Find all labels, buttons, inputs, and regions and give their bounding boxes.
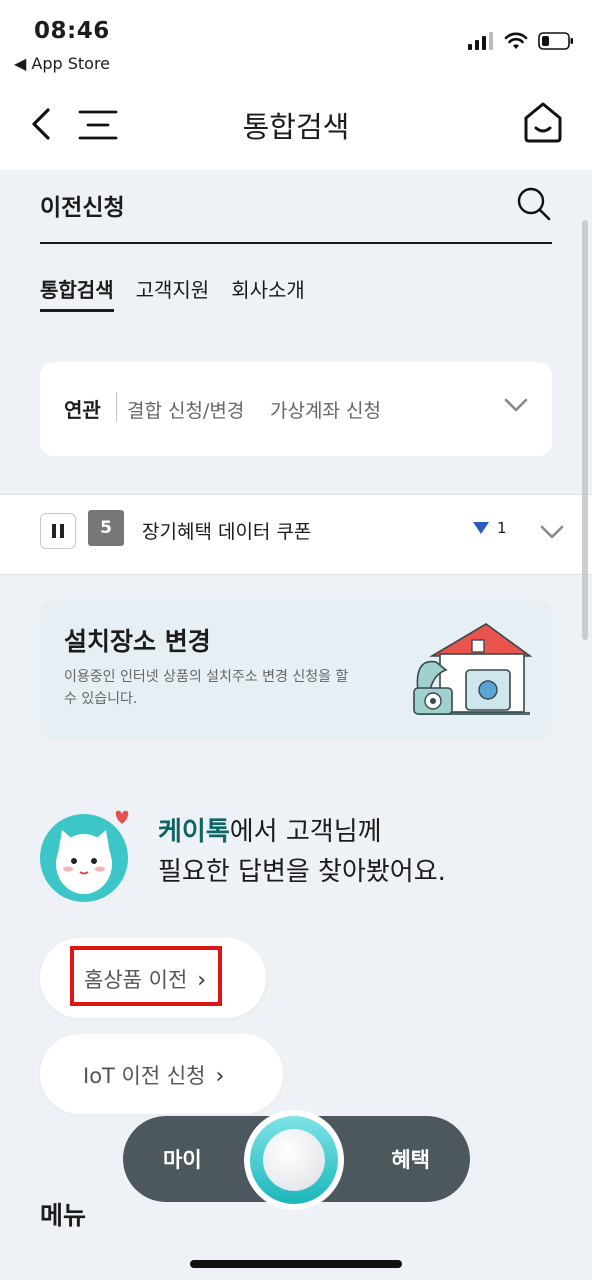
tab-support[interactable]: 고객지원 (136, 274, 210, 312)
top-nav: 통합검색 (0, 80, 592, 170)
highlight-marker (70, 946, 222, 1006)
divider (116, 392, 117, 422)
suggestion-label: IoT 이전 신청 (83, 1064, 206, 1088)
chevron-down-icon[interactable] (504, 396, 528, 414)
ktalk-brand: 케이톡 (158, 817, 230, 847)
down-arrow-icon (473, 522, 489, 534)
tab-company[interactable]: 회사소개 (231, 274, 305, 312)
chevron-right-icon: › (215, 1064, 225, 1089)
install-location-banner[interactable]: 설치장소 변경 이용중인 인터넷 상품의 설치주소 변경 신청을 할 수 있습니… (40, 600, 552, 740)
related-label: 연관 (64, 398, 101, 422)
dock-my-button[interactable]: 마이 (163, 1144, 202, 1174)
banner-description: 이용중인 인터넷 상품의 설치주소 변경 신청을 할 수 있습니다. (64, 669, 349, 707)
search-input[interactable]: 이전신청 (40, 188, 125, 222)
status-bar: 08:46 ◀ App Store (0, 0, 592, 80)
app-store-back-link[interactable]: ◀ App Store (14, 54, 110, 73)
dock-center-button[interactable] (244, 1110, 344, 1210)
ktalk-answer-heading: 케이톡에서 고객님께 필요한 답변을 찾아봤어요. (158, 812, 446, 892)
house-phone-illustration-icon (413, 623, 533, 715)
search-icon[interactable] (516, 186, 552, 222)
dock-center-orb-icon (263, 1129, 325, 1191)
status-icons (468, 32, 574, 50)
tab-integrated[interactable]: 통합검색 (40, 274, 114, 312)
banner-title: 설치장소 변경 (64, 627, 211, 656)
answer-line-1: 케이톡에서 고객님께 (158, 812, 446, 852)
rank-change: 1 (473, 519, 507, 537)
related-item-virtual-account[interactable]: 가상계좌 신청 (270, 396, 381, 423)
scrollbar[interactable] (582, 220, 588, 640)
dock-benefit-button[interactable]: 혜택 (391, 1144, 430, 1174)
rank-badge: 5 (88, 510, 124, 546)
page-title: 통합검색 (242, 110, 350, 144)
chevron-down-icon[interactable] (540, 523, 564, 541)
related-item-combo[interactable]: 결합 신청/변경 (127, 396, 244, 423)
home-icon[interactable] (522, 100, 564, 144)
search-bar[interactable]: 이전신청 (40, 180, 552, 244)
status-time: 08:46 (34, 18, 110, 44)
search-tabs: 통합검색 고객지원 회사소개 (40, 274, 305, 312)
popular-keyword-ticker: 5 장기혜택 데이터 쿠폰 1 (0, 494, 592, 575)
suggestion-iot-move-apply[interactable]: IoT 이전 신청 › (40, 1034, 283, 1114)
rank-keyword[interactable]: 장기혜택 데이터 쿠폰 (142, 517, 311, 544)
pause-button[interactable] (40, 513, 76, 549)
related-keywords: 연관 결합 신청/변경 가상계좌 신청 (40, 362, 552, 456)
wifi-icon (504, 32, 528, 49)
signal-icon (468, 32, 493, 50)
answer-line-2: 필요한 답변을 찾아봤어요. (158, 857, 446, 887)
ktalk-mascot-icon (40, 810, 129, 902)
rank-change-value: 1 (497, 519, 507, 537)
answer-line-1-rest: 에서 고객님께 (229, 817, 382, 847)
menu-section-title: 메뉴 (40, 1201, 87, 1230)
battery-icon (538, 32, 573, 50)
home-indicator[interactable] (190, 1260, 402, 1268)
